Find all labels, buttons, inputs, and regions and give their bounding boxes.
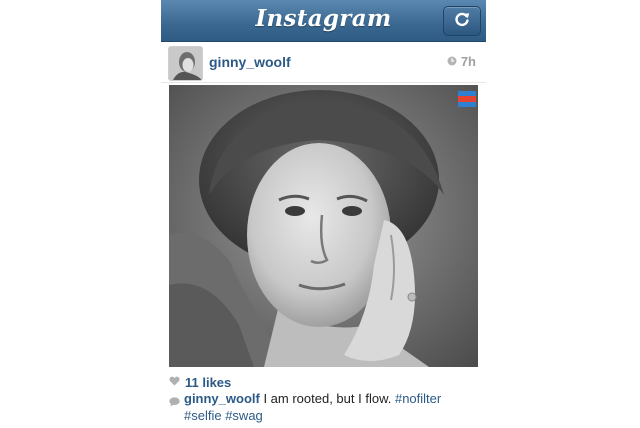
caption-text: ginny_woolf I am rooted, but I flow. #no… xyxy=(169,390,479,424)
photo-map-badge-icon xyxy=(458,91,476,107)
refresh-button[interactable] xyxy=(443,6,481,36)
instagram-phone-screen: Instagram ginny_woolf 7h 11 likes ginny_… xyxy=(161,0,486,428)
post-time: 7h xyxy=(447,54,476,69)
top-navigation-bar: Instagram xyxy=(161,0,486,42)
likes-row[interactable]: 11 likes xyxy=(169,373,231,391)
likes-count[interactable]: 11 likes xyxy=(185,375,231,390)
post-header: ginny_woolf 7h xyxy=(161,42,486,83)
post-caption: ginny_woolf I am rooted, but I flow. #no… xyxy=(169,390,479,424)
post-username[interactable]: ginny_woolf xyxy=(209,54,291,70)
refresh-icon xyxy=(453,10,471,33)
clock-icon xyxy=(447,54,457,69)
hashtag-swag[interactable]: #swag xyxy=(225,408,263,423)
post-time-label: 7h xyxy=(460,54,476,69)
heart-icon xyxy=(169,373,180,391)
avatar[interactable] xyxy=(168,46,203,81)
comment-bubble-icon xyxy=(169,394,180,411)
post-photo[interactable] xyxy=(169,85,478,367)
app-title: Instagram xyxy=(255,5,392,32)
caption-username[interactable]: ginny_woolf xyxy=(184,391,260,406)
hashtag-selfie[interactable]: #selfie xyxy=(184,408,222,423)
caption-body: I am rooted, but I flow. xyxy=(259,391,395,406)
hashtag-nofilter[interactable]: #nofilter xyxy=(395,391,441,406)
